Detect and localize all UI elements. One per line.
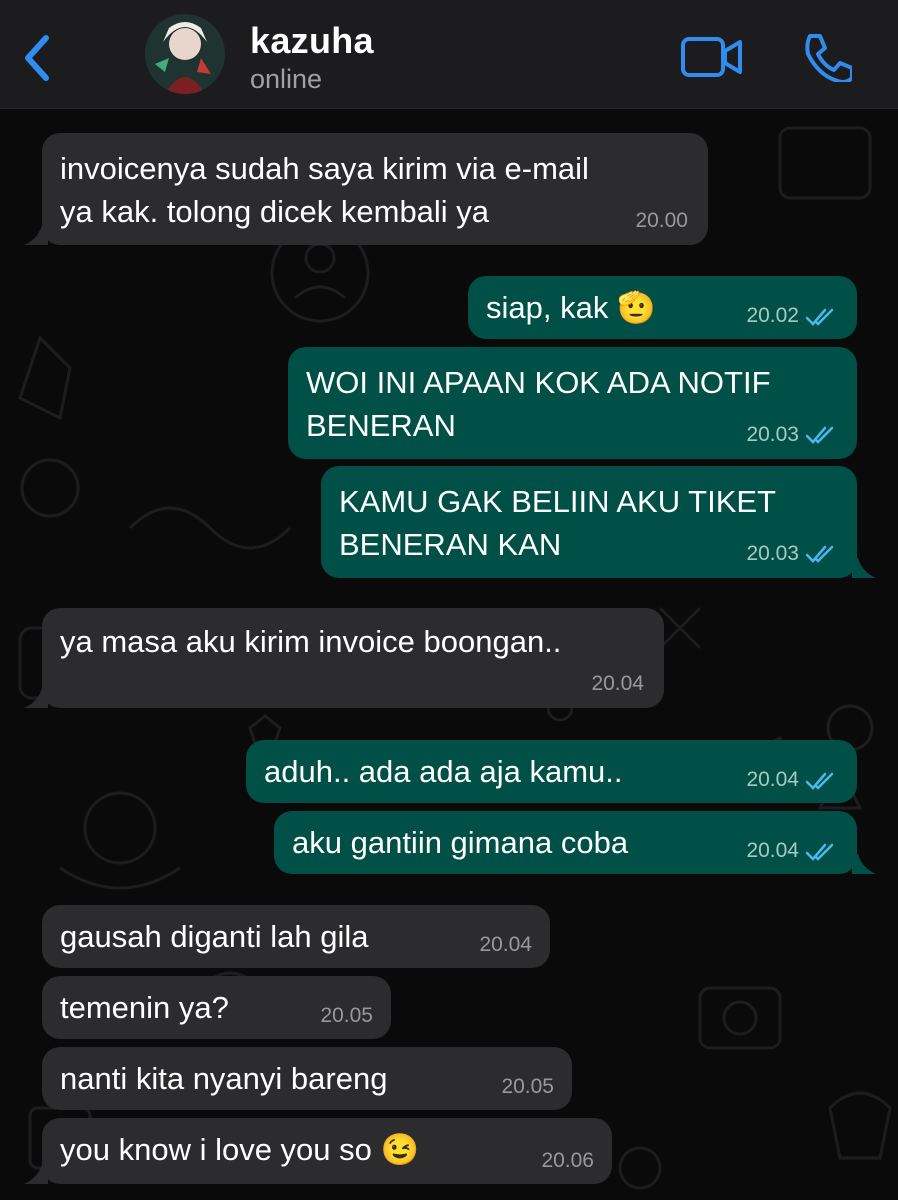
message-text: aduh.. ada ada aja kamu.. — [264, 754, 623, 789]
message-text: KAMU GAK BELIIN AKU TIKET BENERAN KAN — [339, 480, 776, 566]
chevron-left-icon — [25, 35, 49, 81]
message-bubble-incoming[interactable]: temenin ya? 20.05 — [42, 976, 391, 1039]
message-bubble-incoming[interactable]: ya masa aku kirim invoice boongan.. 20.0… — [42, 608, 664, 708]
message-text: nanti kita nyanyi bareng — [60, 1061, 388, 1096]
message-text: you know i love you so 😉 — [60, 1132, 420, 1167]
message-time: 20.04 — [746, 768, 799, 791]
contact-name[interactable]: kazuha — [250, 20, 374, 62]
message-text: aku gantiin gimana coba — [292, 825, 629, 860]
message-line: BENERAN KAN — [339, 527, 562, 562]
message-time: 20.04 — [591, 672, 644, 695]
message-line: WOI INI APAAN KOK ADA NOTIF — [306, 365, 771, 400]
video-call-button[interactable] — [680, 36, 744, 78]
message-time: 20.06 — [541, 1149, 594, 1172]
message-line: ya kak. tolong dicek kembali ya — [60, 194, 490, 229]
message-bubble-incoming[interactable]: you know i love you so 😉 20.06 — [42, 1118, 612, 1184]
message-text: ya masa aku kirim invoice boongan.. — [60, 624, 562, 659]
bubble-tail — [852, 854, 876, 874]
message-bubble-outgoing[interactable]: KAMU GAK BELIIN AKU TIKET BENERAN KAN 20… — [321, 466, 857, 578]
message-time: 20.02 — [746, 304, 799, 327]
message-bubble-outgoing[interactable]: aduh.. ada ada aja kamu.. 20.04 — [246, 740, 857, 803]
message-text: gausah diganti lah gila — [60, 919, 369, 954]
message-time: 20.05 — [320, 1004, 373, 1027]
read-receipt-icon — [805, 308, 834, 326]
read-receipt-icon — [805, 426, 834, 444]
message-text: WOI INI APAAN KOK ADA NOTIF BENERAN — [306, 361, 771, 447]
voice-call-button[interactable] — [800, 32, 854, 84]
message-text: siap, kak 🫡 — [486, 290, 656, 325]
message-time: 20.04 — [479, 933, 532, 956]
message-line: BENERAN — [306, 408, 456, 443]
phone-icon — [805, 34, 854, 84]
contact-avatar-image — [145, 14, 225, 94]
message-time: 20.03 — [746, 423, 799, 446]
message-time: 20.04 — [746, 839, 799, 862]
contact-status: online — [250, 64, 323, 94]
message-text: temenin ya? — [60, 990, 229, 1025]
avatar[interactable] — [145, 14, 225, 94]
read-receipt-icon — [805, 545, 834, 563]
message-bubble-incoming[interactable]: invoicenya sudah saya kirim via e-mail y… — [42, 133, 708, 245]
message-time: 20.00 — [635, 209, 688, 232]
message-bubble-outgoing[interactable]: WOI INI APAAN KOK ADA NOTIF BENERAN 20.0… — [288, 347, 857, 459]
message-text: invoicenya sudah saya kirim via e-mail y… — [60, 147, 589, 233]
chat-header: kazuha online — [0, 0, 898, 109]
read-receipt-icon — [805, 772, 834, 790]
bubble-tail — [24, 225, 48, 245]
message-bubble-incoming[interactable]: gausah diganti lah gila 20.04 — [42, 905, 550, 968]
message-bubble-incoming[interactable]: nanti kita nyanyi bareng 20.05 — [42, 1047, 572, 1110]
video-camera-icon — [681, 37, 742, 77]
message-line: KAMU GAK BELIIN AKU TIKET — [339, 484, 776, 519]
bubble-tail — [852, 558, 876, 578]
message-bubble-outgoing[interactable]: aku gantiin gimana coba 20.04 — [274, 811, 857, 874]
message-time: 20.03 — [746, 542, 799, 565]
bubble-tail — [24, 1164, 48, 1184]
message-line: invoicenya sudah saya kirim via e-mail — [60, 151, 589, 186]
bubble-tail — [24, 688, 48, 708]
message-time: 20.05 — [501, 1075, 554, 1098]
message-bubble-outgoing[interactable]: siap, kak 🫡 20.02 — [468, 276, 857, 339]
read-receipt-icon — [805, 843, 834, 861]
back-button[interactable] — [18, 32, 58, 84]
